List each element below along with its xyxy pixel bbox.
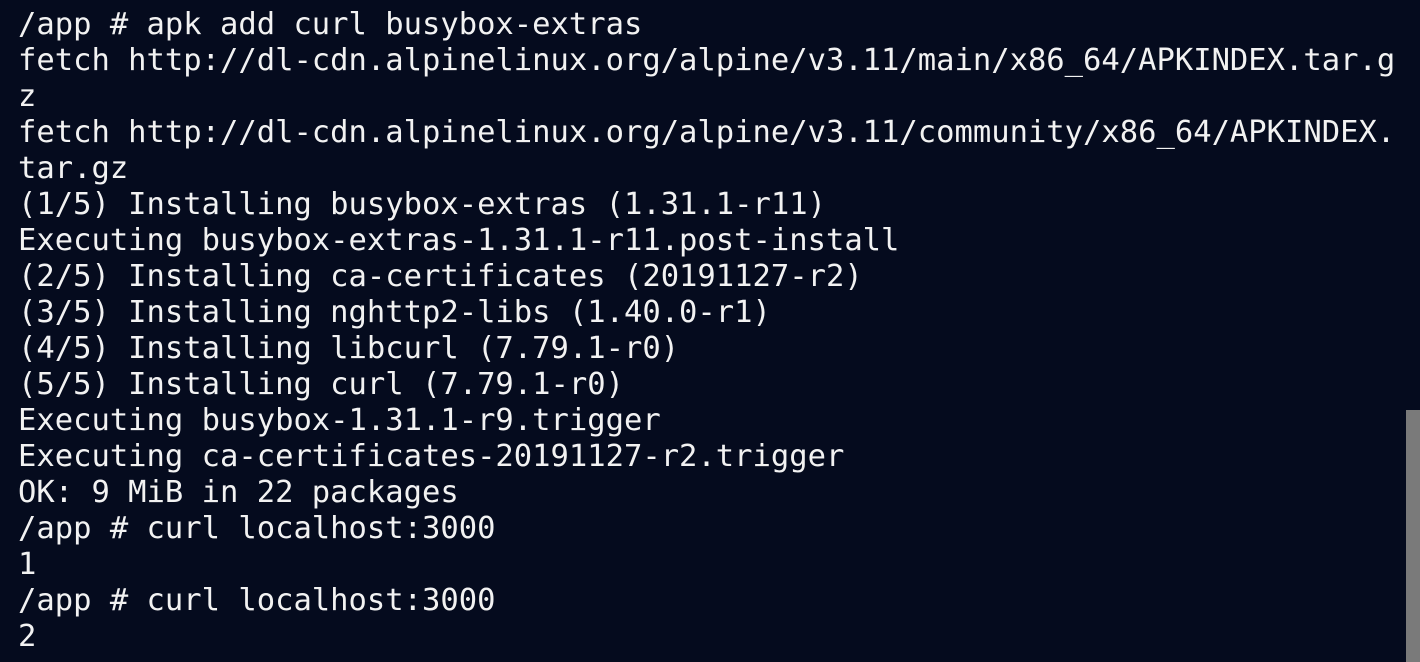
terminal-line: z bbox=[18, 79, 37, 114]
terminal-line: OK: 9 MiB in 22 packages bbox=[18, 475, 459, 510]
terminal-line: (4/5) Installing libcurl (7.79.1-r0) bbox=[18, 331, 680, 366]
terminal-line: fetch http://dl-cdn.alpinelinux.org/alpi… bbox=[18, 115, 1396, 150]
terminal-line: (3/5) Installing nghttp2-libs (1.40.0-r1… bbox=[18, 295, 771, 330]
scrollbar-thumb[interactable] bbox=[1406, 410, 1420, 662]
terminal-line: tar.gz bbox=[18, 151, 129, 186]
terminal-line: /app # curl localhost:3000 bbox=[18, 511, 496, 546]
terminal-line: /app # apk add curl busybox-extras bbox=[18, 7, 643, 42]
terminal-window[interactable]: /app # apk add curl busybox-extras fetch… bbox=[0, 0, 1420, 662]
terminal-line: fetch http://dl-cdn.alpinelinux.org/alpi… bbox=[18, 43, 1396, 78]
terminal-line: (2/5) Installing ca-certificates (201911… bbox=[18, 259, 863, 294]
terminal-output: /app # apk add curl busybox-extras fetch… bbox=[18, 7, 1402, 655]
terminal-line: /app # curl localhost:3000 bbox=[18, 583, 496, 618]
terminal-line: 2 bbox=[18, 619, 37, 654]
terminal-line: Executing ca-certificates-20191127-r2.tr… bbox=[18, 439, 845, 474]
terminal-line: (5/5) Installing curl (7.79.1-r0) bbox=[18, 367, 624, 402]
terminal-line: 1 bbox=[18, 547, 37, 582]
terminal-line: (1/5) Installing busybox-extras (1.31.1-… bbox=[18, 187, 826, 222]
terminal-line: Executing busybox-extras-1.31.1-r11.post… bbox=[18, 223, 900, 258]
terminal-line: Executing busybox-1.31.1-r9.trigger bbox=[18, 403, 661, 438]
